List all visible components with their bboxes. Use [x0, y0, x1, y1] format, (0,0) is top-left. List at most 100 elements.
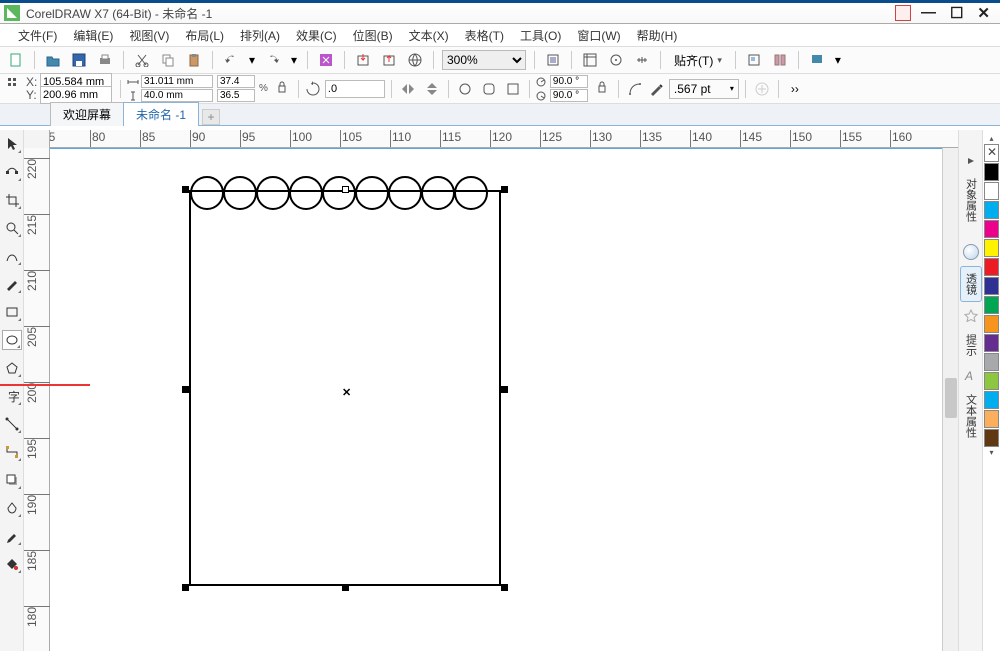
docker-text-properties[interactable]: 文本属性 — [961, 388, 981, 444]
menu-table[interactable]: 表格(T) — [465, 27, 504, 44]
swatch[interactable] — [984, 296, 999, 314]
artistic-media-tool[interactable] — [2, 274, 22, 294]
swatch[interactable] — [984, 220, 999, 238]
docker-lens[interactable]: 透镜 — [960, 266, 982, 302]
outline-width-select[interactable]: .567 pt▾ — [669, 79, 739, 99]
menu-text[interactable]: 文本(X) — [409, 27, 449, 44]
selection-handle[interactable] — [342, 584, 349, 591]
menu-edit[interactable]: 编辑(E) — [73, 27, 113, 44]
angle2-input[interactable] — [550, 89, 588, 102]
shape-tool[interactable] — [2, 162, 22, 182]
menu-window[interactable]: 窗口(W) — [577, 27, 620, 44]
app-launcher-button[interactable] — [807, 50, 827, 70]
scale-y-input[interactable] — [217, 89, 255, 102]
width-input[interactable] — [141, 75, 213, 88]
selection-handle[interactable] — [182, 386, 189, 393]
chamfer-corner-button[interactable] — [503, 79, 523, 99]
export-button[interactable] — [379, 50, 399, 70]
scrollbar-thumb[interactable] — [945, 378, 957, 418]
docker-object-properties[interactable]: 对象属性 — [961, 172, 981, 228]
palette-scroll-up[interactable]: ▴ — [983, 134, 1000, 144]
selection-handle[interactable] — [342, 186, 349, 193]
swatch[interactable] — [984, 277, 999, 295]
angle1-input[interactable] — [550, 75, 588, 88]
swatch[interactable] — [984, 163, 999, 181]
scale-x-input[interactable] — [217, 75, 255, 88]
swatch[interactable] — [984, 410, 999, 428]
circles-row[interactable] — [191, 176, 488, 210]
swatch[interactable] — [984, 182, 999, 200]
transparency-tool[interactable] — [2, 498, 22, 518]
publish-button[interactable] — [405, 50, 425, 70]
wrap-text-button[interactable] — [752, 79, 772, 99]
menu-layout[interactable]: 布局(L) — [185, 27, 224, 44]
search-button[interactable] — [316, 50, 336, 70]
copy-button[interactable] — [158, 50, 178, 70]
show-rulers-button[interactable] — [580, 50, 600, 70]
interactive-fill-tool[interactable] — [2, 554, 22, 574]
freehand-tool[interactable] — [2, 246, 22, 266]
polygon-tool[interactable] — [2, 358, 22, 378]
selection-handle[interactable] — [501, 386, 508, 393]
tab-document[interactable]: 未命名 -1 — [123, 102, 199, 126]
swatch[interactable] — [984, 353, 999, 371]
ruler-horizontal[interactable]: 7580859095100105110115120125130135140145… — [50, 130, 958, 148]
ruler-corner[interactable] — [24, 130, 50, 148]
import-button[interactable] — [353, 50, 373, 70]
to-curves-button[interactable] — [625, 79, 645, 99]
swatch[interactable] — [984, 372, 999, 390]
rotation-input[interactable] — [325, 80, 385, 98]
save-button[interactable] — [69, 50, 89, 70]
swatch[interactable] — [984, 391, 999, 409]
mirror-v-button[interactable] — [422, 79, 442, 99]
scallop-corner-button[interactable] — [479, 79, 499, 99]
swatch[interactable] — [984, 315, 999, 333]
round-corner-button[interactable] — [455, 79, 475, 99]
menu-file[interactable]: 文件(F) — [18, 27, 57, 44]
user-icon[interactable] — [895, 5, 911, 21]
swatch[interactable] — [984, 334, 999, 352]
show-guides-button[interactable] — [632, 50, 652, 70]
mirror-h-button[interactable] — [398, 79, 418, 99]
rectangle-tool[interactable] — [2, 302, 22, 322]
menu-help[interactable]: 帮助(H) — [637, 27, 678, 44]
swatch-nofill[interactable] — [984, 144, 999, 162]
text-tool[interactable]: 字 — [2, 386, 22, 406]
dimension-tool[interactable] — [2, 414, 22, 434]
ruler-vertical[interactable]: 220215210205200195190185180 — [24, 148, 50, 651]
open-button[interactable] — [43, 50, 63, 70]
selected-group[interactable]: ✕ — [185, 174, 505, 588]
vertical-scrollbar[interactable] — [942, 148, 958, 651]
swatch[interactable] — [984, 239, 999, 257]
selection-handle[interactable] — [501, 584, 508, 591]
lock-ratio-button[interactable] — [272, 79, 292, 99]
print-button[interactable] — [95, 50, 115, 70]
swatch[interactable] — [984, 258, 999, 276]
new-button[interactable] — [6, 50, 26, 70]
swatch[interactable] — [984, 201, 999, 219]
tab-add-button[interactable]: + — [202, 109, 220, 125]
zoom-tool[interactable] — [2, 218, 22, 238]
zoom-select[interactable]: 300% — [442, 50, 526, 70]
pick-tool[interactable] — [2, 134, 22, 154]
menu-effects[interactable]: 效果(C) — [296, 27, 337, 44]
selection-handle[interactable] — [501, 186, 508, 193]
drawing-canvas[interactable]: ✕ — [50, 148, 942, 651]
selection-handle[interactable] — [182, 584, 189, 591]
minimize-button[interactable]: — — [921, 4, 936, 22]
drop-shadow-tool[interactable] — [2, 470, 22, 490]
paste-button[interactable] — [184, 50, 204, 70]
eyedropper-tool[interactable] — [2, 526, 22, 546]
menu-bitmap[interactable]: 位图(B) — [353, 27, 393, 44]
tab-welcome[interactable]: 欢迎屏幕 — [50, 102, 124, 126]
redo-dropdown[interactable]: ▾ — [289, 50, 299, 70]
selection-handle[interactable] — [182, 186, 189, 193]
crop-tool[interactable] — [2, 190, 22, 210]
fullscreen-button[interactable] — [543, 50, 563, 70]
ellipse-tool[interactable] — [2, 330, 22, 350]
height-input[interactable] — [141, 89, 213, 102]
docker-hints[interactable]: 提示 — [961, 328, 981, 362]
menu-view[interactable]: 视图(V) — [129, 27, 169, 44]
menu-tools[interactable]: 工具(O) — [520, 27, 561, 44]
redo-button[interactable] — [263, 50, 283, 70]
